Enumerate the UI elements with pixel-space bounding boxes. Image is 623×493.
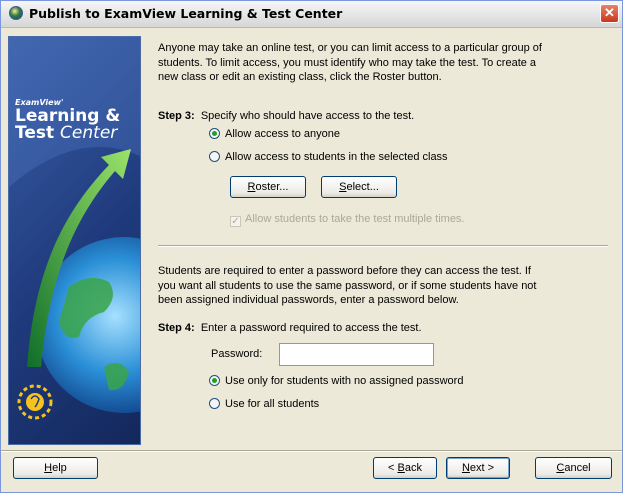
next-button[interactable]: Next > [446,457,510,479]
help-button[interactable]: Help [13,457,98,479]
step-4-heading: Step 4: Enter a password required to acc… [158,322,422,334]
close-icon: ✕ [604,5,615,20]
logo-line-2: Test Center [15,123,118,143]
checkbox-label: Allow students to take the test multiple… [245,213,465,225]
title-bar[interactable]: Publish to ExamView Learning & Test Cent… [1,1,622,28]
checkbox-multiple-times[interactable]: ✓ Allow students to take the test multipl… [230,213,465,227]
radio-all-students[interactable]: Use for all students [209,398,319,414]
radio-allow-selected-class[interactable]: Allow access to students in the selected… [209,151,448,167]
radio-button[interactable] [209,398,220,409]
password-info-line: been assigned individual passwords, ente… [158,294,459,306]
step-3-label: Step 3: [158,110,195,122]
step-3-heading: Step 3: Specify who should have access t… [158,110,414,122]
examview-app-icon [9,6,23,20]
intro-line: Anyone may take an online test, or you c… [158,42,542,54]
intro-line: students. To limit access, you must iden… [158,56,537,69]
radio-label: Use only for students with no assigned p… [225,375,464,387]
intro-paragraph: Anyone may take an online test, or you c… [158,41,608,85]
cancel-button[interactable]: Cancel [535,457,612,479]
roster-button[interactable]: Roster... [230,176,306,198]
radio-allow-anyone[interactable]: Allow access to anyone [209,128,340,144]
back-button[interactable]: < Back [373,457,437,479]
close-button[interactable]: ✕ [600,4,619,23]
publish-dialog: Publish to ExamView Learning & Test Cent… [0,0,623,493]
radio-label: Allow access to students in the selected… [225,151,448,163]
checkbox-disabled-checked[interactable]: ✓ [230,216,241,227]
lightbulb-icon [17,384,53,420]
intro-line: new class or edit an existing class, cli… [158,71,442,83]
radio-button-checked[interactable] [209,375,220,386]
step-4-label: Step 4: [158,322,195,334]
radio-label: Use for all students [225,398,320,410]
radio-button-checked[interactable] [209,128,220,139]
footer-divider [1,450,622,452]
step-3-text: Specify who should have access to the te… [200,110,415,122]
radio-no-assigned-password[interactable]: Use only for students with no assigned p… [209,375,463,391]
step-4-text: Enter a password required to access the … [200,322,422,334]
password-info-line: Students are required to enter a passwor… [158,265,531,277]
section-divider [158,245,608,247]
radio-label: Allow access to anyone [225,128,340,140]
sidebar-banner: ExamView' Learning & Test Center [8,36,141,445]
radio-button[interactable] [209,151,220,162]
password-info-line: you want all students to use the same pa… [158,279,537,292]
password-label: Password: [211,348,263,360]
password-paragraph: Students are required to enter a passwor… [158,264,608,308]
password-field[interactable] [279,343,434,366]
window-title: Publish to ExamView Learning & Test Cent… [29,6,343,21]
select-button[interactable]: Select... [321,176,397,198]
